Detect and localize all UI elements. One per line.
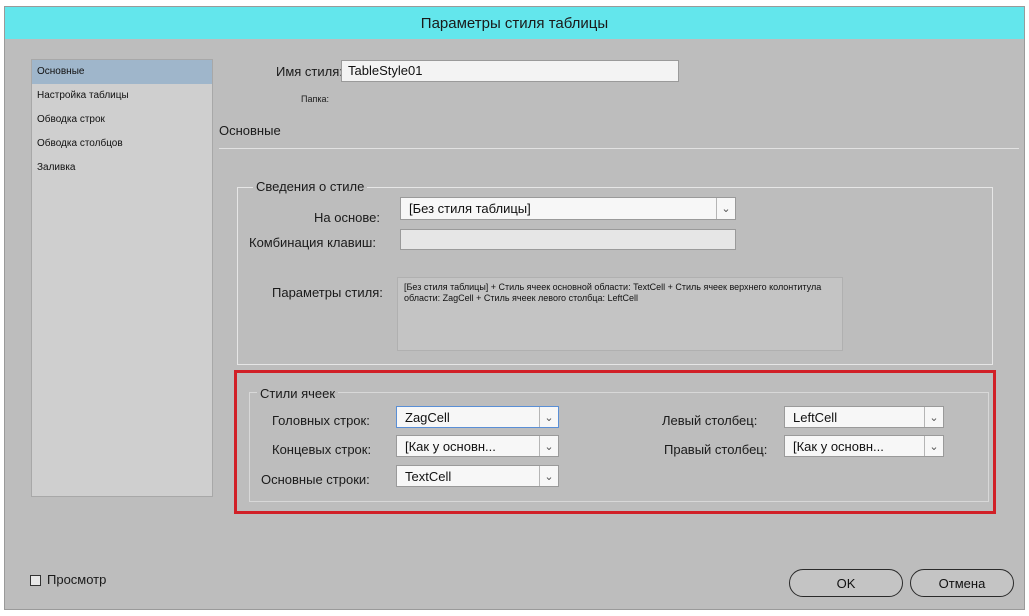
preview-label: Просмотр — [47, 572, 107, 587]
title-bar: Параметры стиля таблицы — [5, 7, 1024, 39]
sidebar-item-row-strokes[interactable]: Обводка строк — [32, 108, 212, 132]
preview-checkbox[interactable] — [30, 575, 41, 586]
shortcut-input[interactable] — [400, 229, 736, 250]
based-on-label: На основе: — [314, 210, 380, 225]
style-name-label: Имя стиля: — [276, 64, 343, 79]
folder-label: Папка: — [301, 94, 329, 104]
based-on-value: [Без стиля таблицы] — [409, 201, 531, 216]
window-title: Параметры стиля таблицы — [420, 14, 609, 32]
sidebar-item-table-setup[interactable]: Настройка таблицы — [32, 84, 212, 108]
sidebar-item-fills[interactable]: Заливка — [32, 156, 212, 180]
ok-button[interactable]: OK — [789, 569, 903, 597]
highlight-box — [234, 370, 996, 514]
based-on-select[interactable]: [Без стиля таблицы] ⌄ — [400, 197, 736, 220]
cancel-button[interactable]: Отмена — [910, 569, 1014, 597]
style-settings-textarea[interactable]: [Без стиля таблицы] + Стиль ячеек основн… — [397, 277, 843, 351]
sidebar-item-general[interactable]: Основные — [32, 60, 212, 84]
section-divider — [219, 148, 1019, 149]
style-info-legend: Сведения о стиле — [253, 179, 368, 194]
style-settings-label: Параметры стиля: — [272, 285, 383, 300]
shortcut-label: Комбинация клавиш: — [249, 235, 376, 250]
dialog-window: Параметры стиля таблицы Основные Настрой… — [4, 6, 1025, 610]
chevron-down-icon[interactable]: ⌄ — [716, 198, 735, 219]
style-name-input[interactable]: TableStyle01 — [341, 60, 679, 82]
sidebar: Основные Настройка таблицы Обводка строк… — [31, 59, 213, 497]
section-title: Основные — [219, 123, 281, 138]
sidebar-item-column-strokes[interactable]: Обводка столбцов — [32, 132, 212, 156]
